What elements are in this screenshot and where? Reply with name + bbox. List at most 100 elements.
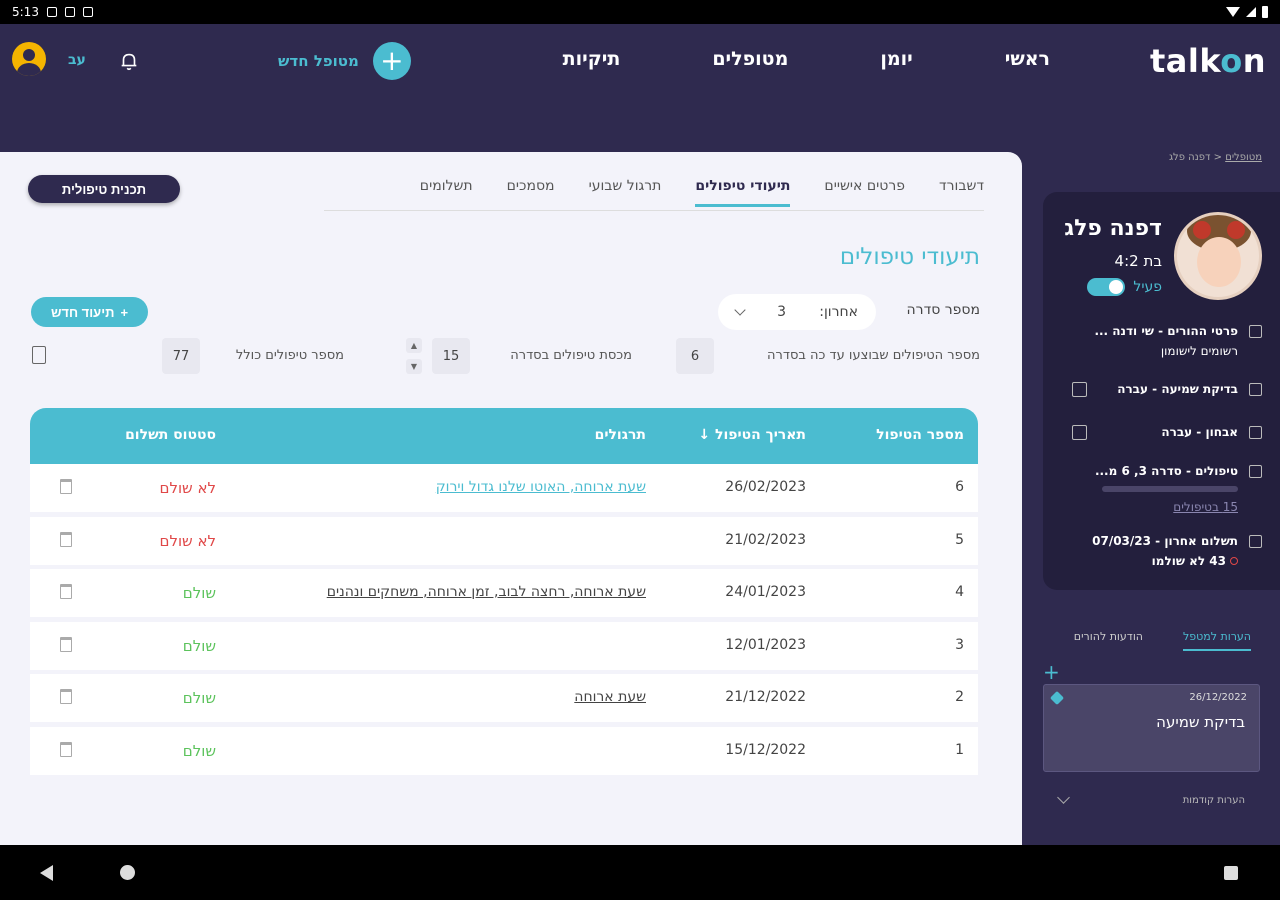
status-bar: 5:13 [0, 0, 1280, 24]
nav-folders[interactable]: תיקיות [563, 48, 621, 70]
tab-parent-messages[interactable]: הודעות להורים [1074, 630, 1143, 643]
col-exercises: תרגולים [594, 427, 646, 443]
system-nav-bar [0, 845, 1280, 900]
tab-personal-details[interactable]: פרטים אישיים [824, 178, 905, 207]
treatment-number: 1 [955, 741, 964, 758]
treatment-date: 26/02/2023 [725, 479, 806, 495]
new-record-button[interactable]: + תיעוד חדש [31, 297, 148, 327]
table-row[interactable]: 2 21/12/2022 שעת ארוחה שולם [30, 674, 978, 722]
chevron-down-icon [734, 304, 746, 316]
done-count-value: 6 [676, 338, 714, 374]
checkbox-icon [1249, 426, 1262, 439]
tab-documents[interactable]: מסמכים [507, 178, 555, 207]
table-row[interactable]: 5 21/02/2023 לא שולם [30, 516, 978, 565]
nav-calendar[interactable]: יומן [880, 48, 912, 70]
treatment-date: 12/01/2023 [725, 636, 806, 653]
active-toggle[interactable] [1087, 278, 1126, 296]
calendar-icon[interactable] [1072, 382, 1087, 397]
main-panel: דשבורד פרטים אישיים תיעודי טיפולים תרגול… [0, 152, 1022, 845]
payment-status: שולם [182, 636, 216, 655]
back-icon[interactable] [40, 865, 53, 881]
notification-icon [64, 7, 75, 17]
status-time: 5:13 [12, 5, 39, 19]
table-row[interactable]: 6 26/02/2023 שעת ארוחה, האוטו שלנו גדול וי… [30, 464, 978, 512]
exercises-link[interactable]: שעת ארוחה [574, 689, 646, 705]
excel-export-icon[interactable] [32, 346, 46, 364]
tabs-divider [324, 210, 984, 211]
ear-icon [1249, 383, 1262, 396]
trash-icon[interactable] [60, 636, 72, 652]
series-label: מספר סדרה [906, 302, 980, 318]
parents-icon [1249, 325, 1262, 338]
trash-icon[interactable] [60, 479, 72, 494]
user-avatar-icon[interactable] [12, 42, 46, 76]
calendar-icon[interactable] [1072, 425, 1087, 440]
talkon-logo[interactable]: talkon [1150, 42, 1266, 80]
treatments-info[interactable]: טיפולים - סדרה 3, 6 מ... 15 בטיפולים [1062, 464, 1262, 520]
diagnosis-text: אבחון - עברה [1161, 425, 1238, 439]
series-select[interactable]: אחרון: 3 [718, 294, 876, 330]
tab-payments[interactable]: תשלומים [420, 178, 473, 207]
bell-icon[interactable] [118, 50, 140, 72]
col-treatment-date[interactable]: תאריך הטיפול ↓ [698, 427, 806, 443]
new-patient-button[interactable]: מטופל חדש + [278, 42, 411, 80]
exercises-link[interactable]: שעת ארוחה, האוטו שלנו גדול וירוק [436, 479, 646, 495]
notification-icon [46, 7, 57, 17]
payment-status: שולם [182, 584, 216, 602]
payment-info[interactable]: תשלום אחרון - 07/03/23 43 לא שולמו [1062, 534, 1262, 574]
treatment-date: 24/01/2023 [725, 584, 806, 600]
recent-apps-icon[interactable] [1224, 866, 1238, 880]
treatments-link[interactable]: 15 בטיפולים [1173, 500, 1238, 514]
app-header: talkon ראשי יומן מטופלים תיקיות מטופל חד… [0, 24, 1280, 152]
table-row[interactable]: 3 12/01/2023 שולם [30, 621, 978, 670]
treatment-date: 21/12/2022 [725, 689, 806, 705]
home-icon[interactable] [120, 865, 135, 880]
tab-dashboard[interactable]: דשבורד [939, 178, 984, 207]
chevron-down-icon [1057, 791, 1070, 804]
battery-icon [1262, 6, 1268, 18]
breadcrumb: מטופלים < דפנה פלג [1169, 152, 1262, 163]
diagnosis-info[interactable]: אבחון - עברה [1062, 425, 1262, 445]
quota-stepper[interactable]: ▲ ▼ [406, 338, 422, 374]
user-initials[interactable]: עב [68, 52, 86, 68]
pin-icon[interactable] [1049, 690, 1065, 706]
payment-line2: 43 לא שולמו [1152, 554, 1238, 568]
patient-tabs: דשבורד פרטים אישיים תיעודי טיפולים תרגול… [420, 178, 984, 207]
add-note-icon[interactable]: + [1043, 660, 1060, 684]
treatment-stats: מספר הטיפולים שבוצעו עד כה בסדרה 6 מכסת … [30, 338, 980, 374]
total-count-value: 77 [162, 338, 200, 374]
breadcrumb-patients-link[interactable]: מטופלים [1225, 152, 1262, 163]
parents-info[interactable]: פרטי ההורים - שי ודנה ... רשומים לישומון [1062, 324, 1262, 360]
trash-icon[interactable] [60, 689, 72, 704]
treatment-date: 15/12/2022 [725, 741, 806, 758]
note-text: בדיקת שמיעה [1156, 713, 1245, 731]
new-record-label: תיעוד חדש [50, 304, 115, 320]
wallet-icon [1249, 535, 1262, 548]
nav-patients[interactable]: מטופלים [712, 48, 788, 70]
table-row[interactable]: 4 24/01/2023 שעת ארוחה, רחצה לבוב, זמן ארו… [30, 569, 978, 617]
nav-home[interactable]: ראשי [1005, 48, 1050, 70]
active-label: פעיל [1133, 279, 1162, 295]
increment-icon[interactable]: ▲ [406, 338, 422, 353]
hearing-test-text: בדיקת שמיעה - עברה [1117, 382, 1238, 396]
plus-icon: + [120, 304, 129, 320]
breadcrumb-separator: < [1213, 152, 1222, 163]
exercises-link[interactable]: שעת ארוחה, רחצה לבוב, זמן ארוחה, משחקים … [327, 584, 646, 600]
decrement-icon[interactable]: ▼ [406, 359, 422, 374]
tab-weekly-practice[interactable]: תרגול שבועי [589, 178, 662, 207]
hearing-test-info[interactable]: בדיקת שמיעה - עברה [1062, 382, 1262, 402]
treatment-date: 21/02/2023 [725, 531, 806, 548]
payment-line1: תשלום אחרון - 07/03/23 [1092, 534, 1238, 548]
treatment-number: 2 [955, 689, 964, 705]
trash-icon[interactable] [60, 741, 72, 757]
trash-icon[interactable] [60, 531, 72, 547]
trash-icon[interactable] [60, 584, 72, 599]
active-status: פעיל [1087, 278, 1162, 296]
note-card[interactable]: 26/12/2022 בדיקת שמיעה [1043, 684, 1260, 772]
tab-therapist-notes[interactable]: הערות למטפל [1183, 630, 1251, 651]
quota-input[interactable]: 15 [432, 338, 470, 374]
table-row[interactable]: 1 15/12/2022 שולם [30, 726, 978, 775]
parents-line1: פרטי ההורים - שי ודנה ... [1094, 324, 1238, 338]
treatment-plan-button[interactable]: תכנית טיפולית [28, 175, 180, 203]
tab-treatment-records[interactable]: תיעודי טיפולים [695, 178, 791, 207]
